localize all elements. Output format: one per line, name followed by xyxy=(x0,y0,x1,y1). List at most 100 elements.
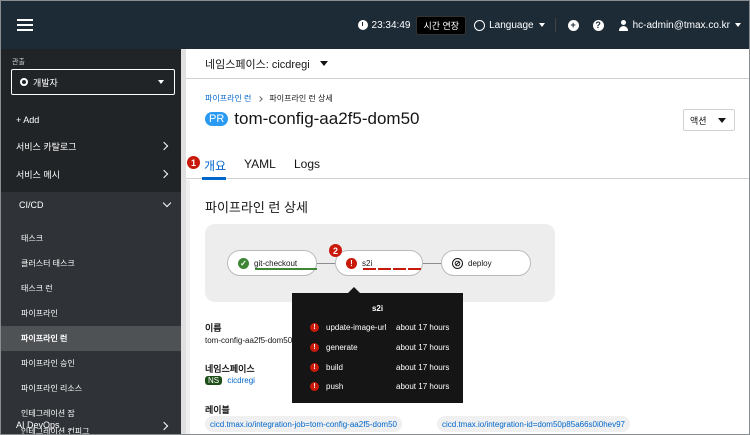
sidebar-item-pipeline-resources[interactable]: 파이프라인 리소스 xyxy=(1,376,181,401)
chevron-right-icon xyxy=(159,141,169,151)
namespace-badge: NS xyxy=(205,376,223,385)
breadcrumb-link-pipeline-runs[interactable]: 파이프라인 런 xyxy=(205,93,251,104)
tooltip-step-row: ! generate about 17 hours xyxy=(310,343,460,352)
sidebar-item-label: AI DevOps xyxy=(16,420,60,430)
sidebar-item-task-runs[interactable]: 태스크 런 xyxy=(1,276,181,301)
step-name: build xyxy=(326,363,343,372)
sidebar-item-label: 서비스 카탈로그 xyxy=(16,141,77,152)
step-name: update-image-url xyxy=(326,323,387,332)
sidebar-item-cicd[interactable]: CI/CD xyxy=(1,192,181,218)
label-chip[interactable]: cicd.tmax.io/integration-id=dom50p85a66s… xyxy=(437,416,631,432)
tooltip-step-row: ! build about 17 hours xyxy=(310,363,460,372)
detail-card xyxy=(190,180,749,434)
breadcrumb: 파이프라인 런 파이프라인 런 상세 xyxy=(205,93,333,104)
name-label: 이름 xyxy=(205,323,222,333)
namespace-field-label: 네임스페이스 xyxy=(205,364,255,374)
exclamation-circle-icon: ! xyxy=(310,323,319,332)
cicd-toggle-area xyxy=(4,192,184,218)
caret-down-icon xyxy=(718,117,726,123)
namespace-link[interactable]: cicdregi xyxy=(227,376,255,385)
language-label: Language xyxy=(489,19,534,31)
divider xyxy=(554,18,556,32)
name-value: tom-config-aa2f5-dom50 xyxy=(205,336,293,345)
resource-badge: PR xyxy=(205,112,229,126)
masthead-toolbar: 23:34:49 시간 연장 Language + ? hc-admin@tma… xyxy=(350,1,741,49)
cogs-icon xyxy=(20,78,28,86)
tooltip-arrow xyxy=(348,287,360,293)
step-time: about 17 hours xyxy=(396,343,450,352)
user-menu[interactable]: hc-admin@tmax.co.kr xyxy=(618,19,741,31)
caret-down-icon xyxy=(319,61,328,66)
hamburger-icon xyxy=(17,24,33,26)
task-node-deploy[interactable]: ⊘ deploy xyxy=(441,250,531,276)
task-node-git-checkout[interactable]: ✓ git-checkout xyxy=(227,250,317,276)
namespace-selector[interactable]: 네임스페이스: cicdregi xyxy=(186,49,749,79)
user-icon xyxy=(618,19,629,31)
chevron-right-icon xyxy=(159,169,169,179)
tab-yaml[interactable]: YAML xyxy=(244,157,276,171)
breadcrumb-current: 파이프라인 런 상세 xyxy=(269,94,333,103)
sidebar-item-ai-devops[interactable]: AI DevOps xyxy=(1,420,181,434)
sidebar-item-add[interactable]: + Add xyxy=(16,115,39,125)
task-name: s2i xyxy=(362,258,373,268)
caret-down-icon xyxy=(735,23,741,27)
namespace-value: NS cicdregi xyxy=(205,376,255,385)
callout-badge-2: 2 xyxy=(329,244,342,257)
namespace-label: 네임스페이스: cicdregi xyxy=(205,58,310,71)
sidebar-item-pipeline-approvals[interactable]: 파이프라인 승인 xyxy=(1,351,181,376)
actions-label: 액션 xyxy=(690,115,707,126)
help-button[interactable]: ? xyxy=(592,19,604,31)
graph-edge xyxy=(317,263,335,264)
callout-badge-1: 1 xyxy=(187,156,200,169)
sidebar-item-pipelines[interactable]: 파이프라인 xyxy=(1,301,181,326)
sidebar-item-tasks[interactable]: 태스크 xyxy=(1,226,181,251)
label-chip[interactable]: cicd.tmax.io/integration-job=tom-config-… xyxy=(205,416,402,432)
tab-logs[interactable]: Logs xyxy=(294,157,320,171)
tooltip-step-row: ! push about 17 hours xyxy=(310,382,460,391)
caret-down-icon xyxy=(158,80,164,84)
exclamation-circle-icon: ! xyxy=(346,257,357,269)
chevron-down-icon xyxy=(162,198,172,208)
sidebar-item-service-catalog[interactable]: 서비스 카탈로그 xyxy=(1,133,181,159)
sidebar-section-cicd: CI/CD 태스크 클러스터 태스크 태스크 런 파이프라인 파이프라인 런 파… xyxy=(1,192,181,434)
actions-dropdown[interactable]: 액션 xyxy=(683,109,735,131)
tooltip-title: s2i xyxy=(371,304,384,313)
caret-down-icon xyxy=(538,23,545,27)
sidebar: 관출 개발자 + Add 서비스 카탈로그 서비스 메시 CI/CD 태스크 클… xyxy=(1,49,181,434)
language-dropdown[interactable]: Language xyxy=(474,19,545,31)
sidebar-item-service-mesh[interactable]: 서비스 메시 xyxy=(1,161,181,187)
labels-field-label: 레이블 xyxy=(205,405,230,415)
ban-icon: ⊘ xyxy=(452,257,463,269)
hamburger-menu-button[interactable] xyxy=(1,1,49,49)
task-node-s2i[interactable]: ! s2i xyxy=(335,250,423,276)
step-name: generate xyxy=(326,343,358,352)
pipeline-graph: ✓ git-checkout ! s2i 2 ⊘ deploy xyxy=(205,224,555,302)
add-button[interactable]: + xyxy=(567,19,579,31)
check-circle-icon: ✓ xyxy=(238,257,249,269)
sidebar-item-label: 서비스 메시 xyxy=(16,169,60,180)
extend-session-button[interactable]: 시간 연장 xyxy=(416,15,467,35)
exclamation-circle-icon: ! xyxy=(310,382,319,391)
session-time: 23:34:49 xyxy=(371,19,411,31)
step-time: about 17 hours xyxy=(396,323,450,332)
task-name: deploy xyxy=(468,258,492,268)
exclamation-circle-icon: ! xyxy=(310,363,319,372)
perspective-switcher[interactable]: 개발자 xyxy=(11,69,175,95)
step-name: push xyxy=(326,382,344,391)
exclamation-circle-icon: ! xyxy=(310,343,319,352)
graph-edge xyxy=(423,263,441,264)
session-timer: 23:34:49 시간 연장 xyxy=(357,15,467,35)
task-progress-bar xyxy=(363,268,421,270)
page-title: tom-config-aa2f5-dom50 xyxy=(234,109,420,128)
sidebar-item-cluster-tasks[interactable]: 클러스터 태스크 xyxy=(1,251,181,276)
task-progress-bar xyxy=(255,268,317,270)
page-header: PR tom-config-aa2f5-dom50 xyxy=(205,109,420,129)
sidebar-item-pipeline-runs[interactable]: 파이프라인 런 xyxy=(1,326,181,351)
perspective-value: 개발자 xyxy=(33,77,58,88)
step-time: about 17 hours xyxy=(396,382,450,391)
step-time: about 17 hours xyxy=(396,363,450,372)
section-title: 파이프라인 런 상세 xyxy=(205,200,308,215)
perspective-label: 관출 xyxy=(12,59,25,66)
tab-overview[interactable]: 개요 xyxy=(204,157,226,174)
question-circle-icon: ? xyxy=(592,19,604,31)
